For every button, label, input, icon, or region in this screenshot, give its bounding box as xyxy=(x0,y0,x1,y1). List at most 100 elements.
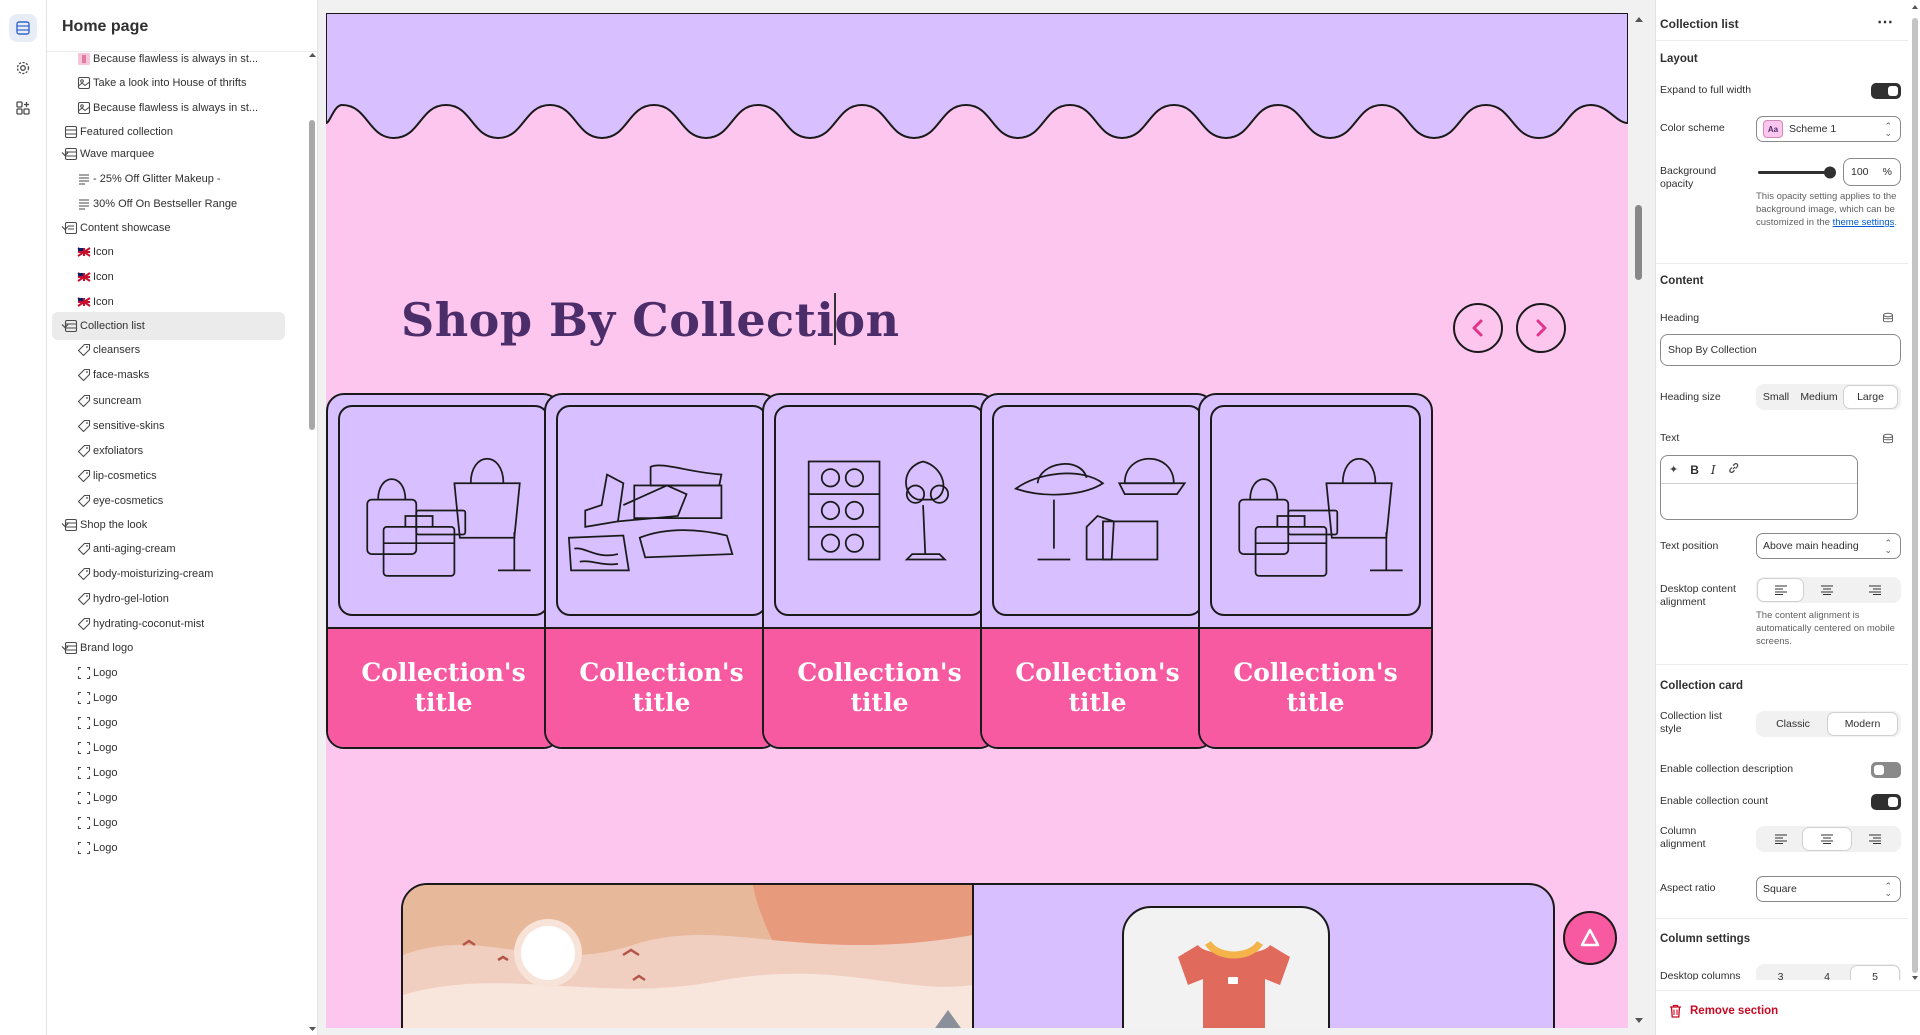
collection-title[interactable]: Collection's title xyxy=(1216,658,1416,718)
help-suffix: . xyxy=(1894,217,1898,228)
preview-scrollbar[interactable] xyxy=(1631,13,1647,1028)
sidebar-item[interactable]: lip-cosmetics xyxy=(52,462,302,490)
sidebar-item[interactable]: face-masks xyxy=(52,361,302,389)
sidebar-item[interactable]: Take a look into House of thrifts xyxy=(52,69,302,97)
text-position-value: Above main heading xyxy=(1763,540,1859,552)
preview-scroll-thumb[interactable] xyxy=(1635,205,1642,280)
heading-input[interactable]: Shop By Collection xyxy=(1660,334,1901,366)
dynamic-source-icon[interactable] xyxy=(1882,311,1894,329)
bg-opacity-slider[interactable] xyxy=(1756,163,1838,181)
heading-size-option[interactable]: Medium xyxy=(1794,386,1844,408)
app-rail xyxy=(0,0,47,1035)
sections-icon[interactable] xyxy=(9,14,37,42)
heading-size-label: Heading size xyxy=(1660,391,1721,403)
sidebar-item-label: Logo xyxy=(93,792,118,804)
align-right-icon[interactable] xyxy=(1851,828,1899,850)
sidebar-item[interactable]: Brand logo xyxy=(52,634,302,662)
scroll-top-button[interactable] xyxy=(1563,911,1617,965)
collection-count-toggle[interactable] xyxy=(1871,794,1901,810)
collection-title[interactable]: Collection's title xyxy=(780,658,980,718)
sidebar-item[interactable]: Logo xyxy=(52,734,302,762)
more-options-icon[interactable]: ⋯ xyxy=(1877,12,1893,32)
heading-size-option[interactable]: Large xyxy=(1844,386,1897,408)
sidebar-item[interactable]: anti-aging-cream xyxy=(52,535,302,563)
sidebar-item-label: lip-cosmetics xyxy=(93,470,157,482)
remove-section-button[interactable]: Remove section xyxy=(1669,1004,1778,1018)
logo-frame-icon xyxy=(77,741,91,755)
image-text-icon xyxy=(77,101,91,115)
aspect-ratio-select[interactable]: Square ⌃ ⌄ xyxy=(1756,876,1901,902)
settings-gear-icon[interactable] xyxy=(9,54,37,82)
sidebar-item[interactable]: sensitive-skins xyxy=(52,412,302,440)
sidebar-item[interactable]: hydro-gel-lotion xyxy=(52,585,302,613)
sidebar-item[interactable]: body-moisturizing-cream xyxy=(52,560,302,588)
list-style-option[interactable]: Classic xyxy=(1758,713,1828,735)
sidebar-item[interactable]: Logo xyxy=(52,659,302,687)
bold-icon[interactable]: B xyxy=(1690,463,1699,477)
next-arrow-button[interactable] xyxy=(1516,303,1566,353)
sidebar-item[interactable]: exfoliators xyxy=(52,437,302,465)
collection-card[interactable]: Collection's title xyxy=(1198,393,1433,749)
sidebar-item-label: Featured collection xyxy=(80,126,173,138)
align-left-icon[interactable] xyxy=(1758,579,1803,601)
sidebar-scroll-thumb[interactable] xyxy=(309,120,315,430)
collection-title[interactable]: Collection's title xyxy=(562,658,762,718)
desktop-columns-option[interactable]: 5 xyxy=(1851,966,1899,980)
sidebar-item[interactable]: Logo xyxy=(52,834,302,862)
settings-scrollbar[interactable] xyxy=(1909,0,1920,985)
apps-icon[interactable] xyxy=(9,94,37,122)
desktop-columns-option[interactable]: 3 xyxy=(1758,966,1803,980)
content-section-title: Content xyxy=(1660,275,1704,287)
collection-description-toggle[interactable] xyxy=(1871,762,1901,778)
bg-opacity-input[interactable]: 100 % xyxy=(1843,158,1901,186)
text-editor[interactable]: ✦ B I xyxy=(1660,455,1858,520)
sidebar-item[interactable]: Logo xyxy=(52,784,302,812)
sidebar-item[interactable]: Icon xyxy=(52,263,302,291)
collection-title[interactable]: Collection's title xyxy=(344,658,544,718)
logo-frame-icon xyxy=(77,666,91,680)
collection-card[interactable]: Collection's title xyxy=(326,393,561,749)
section-icon xyxy=(64,319,78,333)
bg-opacity-value: 100 xyxy=(1851,166,1869,178)
chevron-right-icon xyxy=(1536,319,1547,337)
collection-image xyxy=(1210,405,1421,616)
collection-card[interactable]: Collection's title xyxy=(980,393,1215,749)
align-left-icon[interactable] xyxy=(1758,828,1803,850)
tag-icon xyxy=(77,394,91,408)
link-icon[interactable] xyxy=(1728,462,1740,477)
ai-sparkle-icon[interactable]: ✦ xyxy=(1669,463,1678,476)
settings-footer: Remove section xyxy=(1656,990,1920,1035)
align-center-icon[interactable] xyxy=(1803,579,1851,601)
list-style-option[interactable]: Modern xyxy=(1828,713,1897,735)
desktop-columns-option[interactable]: 4 xyxy=(1803,966,1851,980)
sidebar-item[interactable]: Wave marquee xyxy=(52,140,302,168)
expand-width-toggle[interactable] xyxy=(1871,83,1901,99)
sidebar-item-label: - 25% Off Glitter Makeup - xyxy=(93,173,221,185)
sidebar-item[interactable]: Logo xyxy=(52,709,302,737)
prev-arrow-button[interactable] xyxy=(1453,303,1503,353)
collection-title[interactable]: Collection's title xyxy=(998,658,1198,718)
sidebar-item[interactable]: Logo xyxy=(52,809,302,837)
heading-size-option[interactable]: Small xyxy=(1758,386,1794,408)
collection-heading[interactable]: Shop By Collection xyxy=(401,293,900,347)
text-cursor xyxy=(834,293,836,345)
text-position-select[interactable]: Above main heading ⌃ ⌄ xyxy=(1756,533,1901,559)
sidebar-item[interactable]: Logo xyxy=(52,684,302,712)
dynamic-source-icon[interactable] xyxy=(1882,432,1894,450)
sidebar-item[interactable]: Icon xyxy=(52,238,302,266)
sidebar-item[interactable]: cleansers xyxy=(52,336,302,364)
collection-card[interactable]: Collection's title xyxy=(762,393,997,749)
align-center-icon[interactable] xyxy=(1803,828,1851,850)
sidebar-item[interactable]: Logo xyxy=(52,759,302,787)
align-right-icon[interactable] xyxy=(1851,579,1899,601)
sidebar-item[interactable]: suncream xyxy=(52,387,302,415)
sidebar-item[interactable]: - 25% Off Glitter Makeup - xyxy=(52,165,302,193)
collection-image xyxy=(774,405,985,616)
text-lines-icon xyxy=(77,172,91,186)
sidebar-item-label: Icon xyxy=(93,246,114,258)
italic-icon[interactable]: I xyxy=(1711,463,1716,477)
collection-card[interactable]: Collection's title xyxy=(544,393,779,749)
color-scheme-select[interactable]: Aa Scheme 1 ⌃ ⌄ xyxy=(1756,116,1901,142)
theme-settings-link[interactable]: theme settings xyxy=(1833,217,1895,228)
sidebar-item-label: hydrating-coconut-mist xyxy=(93,618,205,630)
